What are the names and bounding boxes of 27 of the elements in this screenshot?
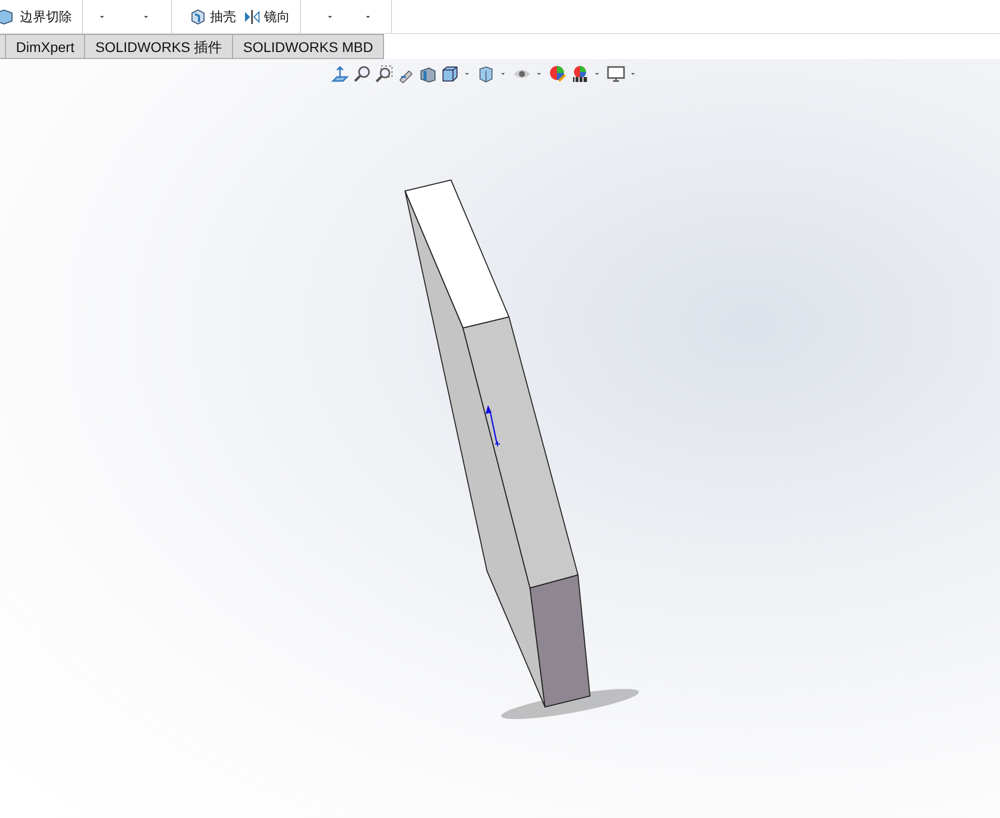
tab[interactable]: SOLIDWORKS MBD <box>233 34 384 59</box>
tab[interactable]: DimXpert <box>6 34 86 59</box>
cube-icon[interactable] <box>441 65 459 83</box>
caret-icon[interactable] <box>594 72 600 76</box>
axis-icon[interactable] <box>331 65 349 83</box>
caret-icon[interactable] <box>630 72 636 76</box>
caret-icon[interactable] <box>99 14 105 18</box>
mirror-icon <box>244 8 260 24</box>
caret-icon[interactable] <box>500 72 506 76</box>
zoom-box-icon[interactable] <box>375 65 393 83</box>
color-ball-icon[interactable] <box>549 65 567 83</box>
caret-icon[interactable] <box>143 14 149 18</box>
zoom-icon[interactable] <box>353 65 371 83</box>
toolbar-button[interactable]: 边界切除 <box>0 6 72 28</box>
caret-icon[interactable] <box>327 14 333 18</box>
toolbar-button[interactable]: 抽壳 <box>190 6 236 28</box>
tab[interactable]: SOLIDWORKS 插件 <box>85 34 234 59</box>
cube-icon <box>190 8 206 24</box>
direction-arrow-drawing <box>486 405 500 447</box>
monitor-icon[interactable] <box>607 65 625 83</box>
caret-icon[interactable] <box>365 14 371 18</box>
section-cube-icon[interactable] <box>419 65 437 83</box>
color-ball-icon[interactable] <box>571 65 589 83</box>
caret-icon[interactable] <box>536 72 542 76</box>
cube-icon[interactable] <box>477 65 495 83</box>
toolbar-button[interactable]: 镜向 <box>244 6 290 28</box>
caret-icon[interactable] <box>464 72 470 76</box>
